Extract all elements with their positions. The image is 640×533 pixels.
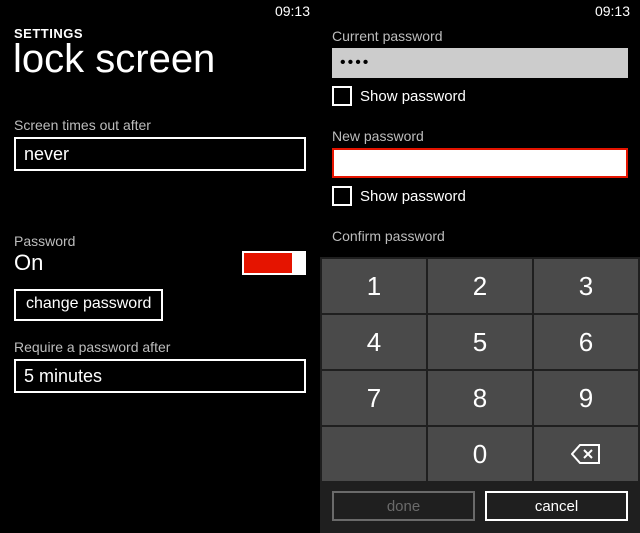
clock: 09:13 <box>275 3 310 19</box>
key-4[interactable]: 4 <box>322 315 426 369</box>
timeout-value: never <box>24 144 69 165</box>
key-backspace[interactable] <box>534 427 638 481</box>
new-password-input[interactable] <box>332 148 628 178</box>
current-password-label: Current password <box>320 28 640 48</box>
status-bar: 09:13 <box>320 0 640 20</box>
key-7[interactable]: 7 <box>322 371 426 425</box>
current-password-value: •••• <box>340 54 370 72</box>
timeout-select[interactable]: never <box>14 137 306 171</box>
require-label: Require a password after <box>0 339 320 359</box>
show-current-password-row[interactable]: Show password <box>320 78 640 106</box>
done-button[interactable]: done <box>332 491 475 521</box>
show-current-password-checkbox[interactable] <box>332 86 352 106</box>
password-toggle[interactable] <box>242 251 306 275</box>
key-0[interactable]: 0 <box>428 427 532 481</box>
require-value: 5 minutes <box>24 366 102 387</box>
show-new-password-row[interactable]: Show password <box>320 178 640 206</box>
backspace-icon <box>571 443 601 465</box>
new-password-label: New password <box>320 128 640 148</box>
change-password-button[interactable]: change password <box>14 289 163 321</box>
toggle-fill <box>244 253 292 273</box>
confirm-password-label: Confirm password <box>320 228 640 248</box>
settings-lock-screen: 09:13 SETTINGS lock screen Screen times … <box>0 0 320 533</box>
key-9[interactable]: 9 <box>534 371 638 425</box>
password-state: On <box>14 251 75 275</box>
numeric-keypad: 1 2 3 4 5 6 7 8 9 0 done <box>320 257 640 533</box>
clock: 09:13 <box>595 3 630 19</box>
key-1[interactable]: 1 <box>322 259 426 313</box>
key-3[interactable]: 3 <box>534 259 638 313</box>
timeout-label: Screen times out after <box>0 117 320 137</box>
cancel-button[interactable]: cancel <box>485 491 628 521</box>
show-current-password-label: Show password <box>360 88 466 105</box>
change-password-screen: 09:13 Current password •••• Show passwor… <box>320 0 640 533</box>
key-blank <box>322 427 426 481</box>
password-label: Password <box>14 233 75 249</box>
current-password-input[interactable]: •••• <box>332 48 628 78</box>
page-title: lock screen <box>0 39 320 79</box>
key-6[interactable]: 6 <box>534 315 638 369</box>
status-bar: 09:13 <box>0 0 320 20</box>
require-select[interactable]: 5 minutes <box>14 359 306 393</box>
show-new-password-checkbox[interactable] <box>332 186 352 206</box>
key-5[interactable]: 5 <box>428 315 532 369</box>
key-8[interactable]: 8 <box>428 371 532 425</box>
show-new-password-label: Show password <box>360 188 466 205</box>
toggle-thumb <box>292 253 304 273</box>
key-2[interactable]: 2 <box>428 259 532 313</box>
